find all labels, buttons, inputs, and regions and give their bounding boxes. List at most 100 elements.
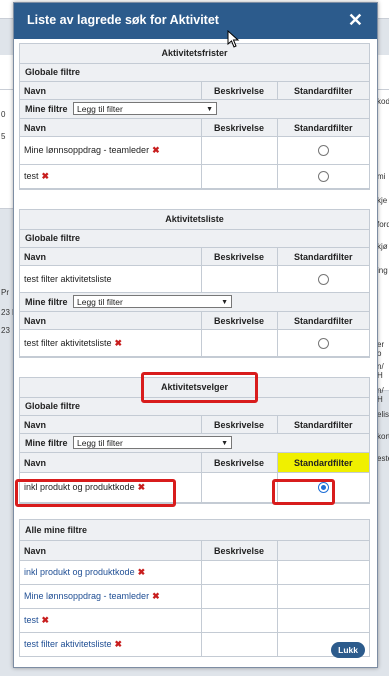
- my-filters-table: Navn Beskrivelse Standardfilter test fil…: [20, 312, 369, 357]
- section-title: Aktivitetsvelger: [20, 378, 369, 398]
- filter-link[interactable]: Mine lønnsoppdrag - teamleder: [24, 591, 149, 601]
- column-header-navn: Navn: [20, 248, 202, 266]
- column-header-standardfilter: Standardfilter: [277, 82, 369, 100]
- description-cell: [201, 136, 278, 165]
- add-filter-select[interactable]: Legg til filter ▼: [73, 102, 217, 115]
- background-text: er o: [377, 340, 385, 358]
- section-aktivitetsfrister: Aktivitetsfrister Globale filtre Navn Be…: [19, 43, 370, 190]
- delete-icon[interactable]: ✖: [138, 482, 146, 492]
- all-my-filters-table: Navn Beskrivelse inkl produkt og produkt…: [20, 541, 369, 656]
- table-row: test filter aktivitetsliste: [20, 265, 369, 293]
- background-text: n/ H: [377, 386, 384, 404]
- column-header-standardfilter: Standardfilter: [277, 453, 369, 473]
- chevron-down-icon: ▼: [206, 106, 213, 113]
- column-header-standardfilter: Standardfilter: [277, 416, 369, 434]
- section-alle-mine-filtre: Alle mine filtre Navn Beskrivelse inkl p…: [19, 519, 370, 657]
- table-row: Mine lønnsoppdrag - teamleder ✖: [20, 584, 369, 609]
- global-filters-table: Navn Beskrivelse Standardfilter: [20, 416, 369, 434]
- delete-icon[interactable]: ✖: [115, 338, 123, 348]
- delete-icon[interactable]: ✖: [42, 171, 50, 181]
- section-title: Aktivitetsfrister: [20, 44, 369, 64]
- column-header-navn: Navn: [20, 416, 202, 434]
- column-header-beskrivelse: Beskrivelse: [201, 453, 278, 473]
- column-header-beskrivelse: Beskrivelse: [201, 119, 278, 137]
- close-button[interactable]: Lukk: [331, 642, 365, 658]
- filter-name: test filter aktivitetsliste: [24, 274, 112, 284]
- background-text: este: [377, 454, 389, 463]
- saved-searches-dialog: Liste av lagrede søk for Aktivitet ✕ Akt…: [13, 2, 378, 668]
- table-row: test filter aktivitetsliste ✖: [20, 632, 369, 656]
- description-cell: [201, 265, 278, 293]
- my-filters-table: Navn Beskrivelse Standardfilter Mine løn…: [20, 119, 369, 189]
- column-header-navn: Navn: [20, 82, 202, 100]
- default-filter-radio[interactable]: [317, 171, 329, 183]
- table-row: test ✖: [20, 608, 369, 633]
- background-text: 23: [1, 326, 10, 335]
- background-text: ing: [377, 266, 388, 275]
- global-filters-heading: Globale filtre: [20, 230, 369, 248]
- my-filters-row: Mine filtre Legg til filter ▼: [20, 434, 369, 453]
- my-filters-row: Mine filtre Legg til filter ▼: [20, 293, 369, 312]
- column-header-standardfilter: Standardfilter: [277, 119, 369, 137]
- filter-name: test: [24, 171, 39, 181]
- section-aktivitetsvelger: Aktivitetsvelger Globale filtre Navn Bes…: [19, 377, 370, 504]
- background-text: kje: [377, 196, 388, 205]
- description-cell: [201, 329, 278, 357]
- table-row: Mine lønnsoppdrag - teamleder ✖: [20, 136, 369, 165]
- column-header-standardfilter: Standardfilter: [277, 248, 369, 266]
- default-filter-radio[interactable]: [317, 273, 329, 285]
- background-text: 5: [1, 132, 6, 141]
- filter-link[interactable]: test: [24, 615, 39, 625]
- section-title: Aktivitetsliste: [20, 210, 369, 230]
- my-filters-table: Navn Beskrivelse Standardfilter inkl pro…: [20, 453, 369, 503]
- table-row: inkl produkt og produktkode ✖: [20, 472, 369, 503]
- column-header-navn: Navn: [20, 119, 202, 137]
- delete-icon[interactable]: ✖: [152, 591, 160, 601]
- column-header-beskrivelse: Beskrivelse: [201, 248, 278, 266]
- table-row: inkl produkt og produktkode ✖: [20, 560, 369, 585]
- delete-icon[interactable]: ✖: [138, 567, 146, 577]
- add-filter-select[interactable]: Legg til filter ▼: [73, 436, 232, 449]
- dialog-titlebar[interactable]: Liste av lagrede søk for Aktivitet ✕: [14, 3, 377, 39]
- chevron-down-icon: ▼: [221, 299, 228, 306]
- section-aktivitetsliste: Aktivitetsliste Globale filtre Navn Besk…: [19, 209, 370, 358]
- column-header-beskrivelse: Beskrivelse: [201, 416, 278, 434]
- background-text: kjø: [377, 242, 388, 251]
- filter-name: test filter aktivitetsliste: [24, 337, 112, 348]
- default-filter-radio[interactable]: [317, 337, 329, 349]
- background-text: kort: [377, 432, 389, 441]
- close-icon[interactable]: ✕: [348, 9, 363, 31]
- add-filter-select[interactable]: Legg til filter ▼: [73, 295, 232, 308]
- background-text: elis: [377, 410, 389, 419]
- global-filters-heading: Globale filtre: [20, 398, 369, 416]
- my-filters-label: Mine filtre: [25, 438, 68, 448]
- column-header-navn: Navn: [20, 541, 202, 561]
- delete-icon[interactable]: ✖: [42, 615, 50, 625]
- chevron-down-icon: ▼: [221, 440, 228, 447]
- column-header-beskrivelse: Beskrivelse: [201, 541, 278, 561]
- description-cell: [201, 164, 278, 189]
- filter-link[interactable]: test filter aktivitetsliste: [24, 639, 112, 649]
- filter-name: inkl produkt og produktkode: [24, 482, 135, 492]
- delete-icon[interactable]: ✖: [115, 639, 123, 649]
- mouse-pointer-icon: [227, 30, 240, 48]
- default-filter-radio-selected[interactable]: [317, 482, 329, 494]
- delete-icon[interactable]: ✖: [152, 145, 160, 155]
- dialog-title: Liste av lagrede søk for Aktivitet: [27, 13, 219, 27]
- background-text: kod: [377, 97, 389, 106]
- column-header-beskrivelse: Beskrivelse: [201, 82, 278, 100]
- column-header-beskrivelse: Beskrivelse: [201, 312, 278, 330]
- description-cell: [201, 472, 278, 503]
- all-my-filters-heading: Alle mine filtre: [20, 520, 369, 541]
- default-filter-radio[interactable]: [317, 145, 329, 157]
- table-row: test ✖: [20, 164, 369, 189]
- my-filters-row: Mine filtre Legg til filter ▼: [20, 100, 369, 119]
- my-filters-label: Mine filtre: [25, 104, 68, 114]
- filter-link[interactable]: inkl produkt og produktkode: [24, 567, 135, 577]
- my-filters-label: Mine filtre: [25, 297, 68, 307]
- global-filters-heading: Globale filtre: [20, 64, 369, 82]
- background-text: ford: [377, 220, 389, 229]
- filter-name: Mine lønnsoppdrag - teamleder: [24, 145, 150, 155]
- background-text: 0: [1, 110, 6, 119]
- column-header-navn: Navn: [20, 312, 202, 330]
